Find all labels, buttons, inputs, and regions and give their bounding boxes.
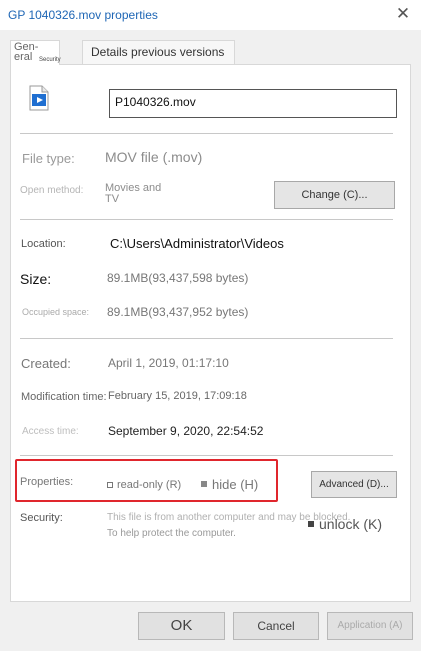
size-label: Size: [20,271,52,287]
location-label: Location: [21,238,66,250]
occupied-space-label: Occupied space: [22,307,90,317]
created-label: Created: [21,356,71,371]
close-icon[interactable]: ✕ [394,5,412,23]
unlock-checkbox[interactable] [308,521,314,527]
hide-checkbox[interactable] [201,481,207,487]
access-time-value: September 9, 2020, 22:54:52 [108,424,264,438]
tab-details-previous-versions[interactable]: Details previous versions [82,40,235,64]
ok-button[interactable]: OK [138,612,225,640]
divider [20,219,393,220]
modification-time-value: February 15, 2019, 17:09:18 [108,390,247,402]
tab-general-label-line2: eral [14,51,33,63]
file-type-value: MOV file (.mov) [105,149,203,165]
open-method-value-line2: TV [105,193,120,205]
read-only-checkbox[interactable] [107,482,113,488]
window-title: GP 1040326.mov properties [8,8,158,22]
divider [20,133,393,134]
created-value: April 1, 2019, 01:17:10 [108,356,229,370]
video-file-icon [29,85,49,111]
file-type-label: File type: [22,151,75,166]
apply-button[interactable]: Application (A) [327,612,413,640]
unlock-label: unlock (K) [319,516,383,532]
location-value: C:\Users\Administrator\Videos [110,236,284,251]
occupied-space-value: 89.1MB(93,437,952 bytes) [107,305,249,319]
access-time-label: Access time: [22,426,79,437]
title-bar: GP 1040326.mov properties ✕ [0,0,421,30]
divider [20,455,393,456]
read-only-label: read-only (R) [117,479,182,491]
divider [20,338,393,339]
tab-general[interactable]: Gen- eral Security [10,40,61,65]
tab-details-label: Details previous versions [91,45,225,59]
tab-security-small-label: Security [39,57,61,63]
security-label: Security: [20,512,63,524]
attributes-label: Properties: [20,476,74,488]
file-name-input[interactable]: P1040326.mov [109,89,397,118]
security-message-line2: To help protect the computer. [107,528,236,539]
hide-label: hide (H) [212,477,259,492]
advanced-button[interactable]: Advanced (D)... [311,471,397,498]
modification-time-label: Modification time: [21,391,107,403]
open-method-label: Open method: [20,185,84,196]
change-button[interactable]: Change (C)... [274,181,395,209]
size-value: 89.1MB(93,437,598 bytes) [107,271,249,285]
cancel-button[interactable]: Cancel [233,612,319,640]
